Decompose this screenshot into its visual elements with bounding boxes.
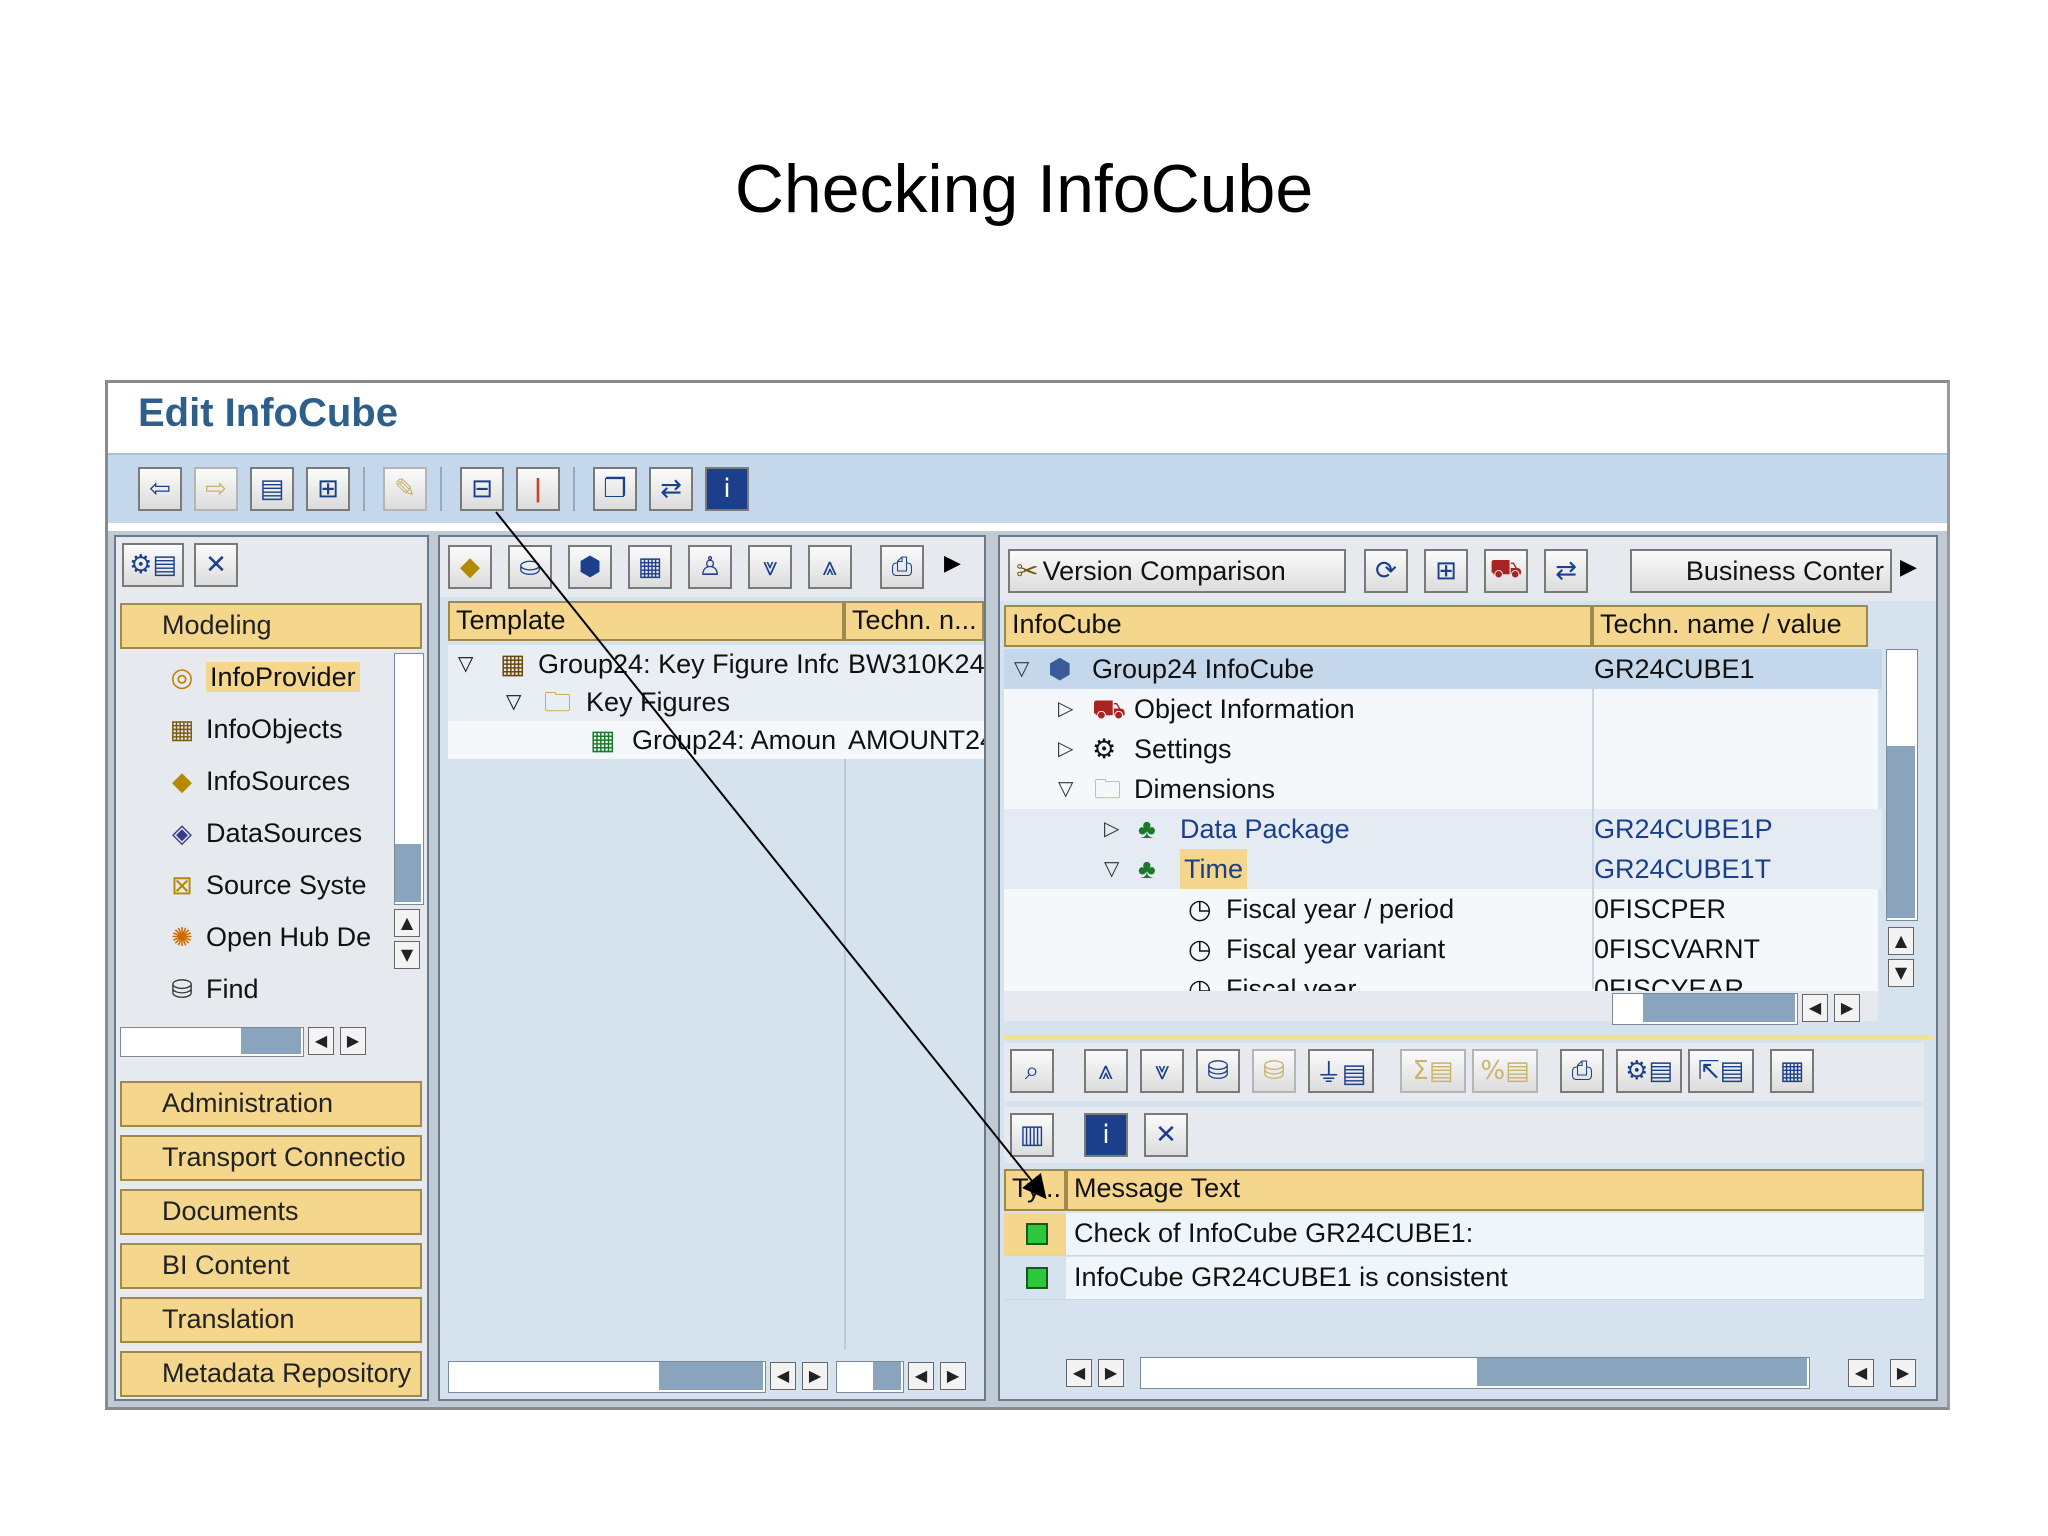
annotation-arrow [495, 511, 1047, 1200]
